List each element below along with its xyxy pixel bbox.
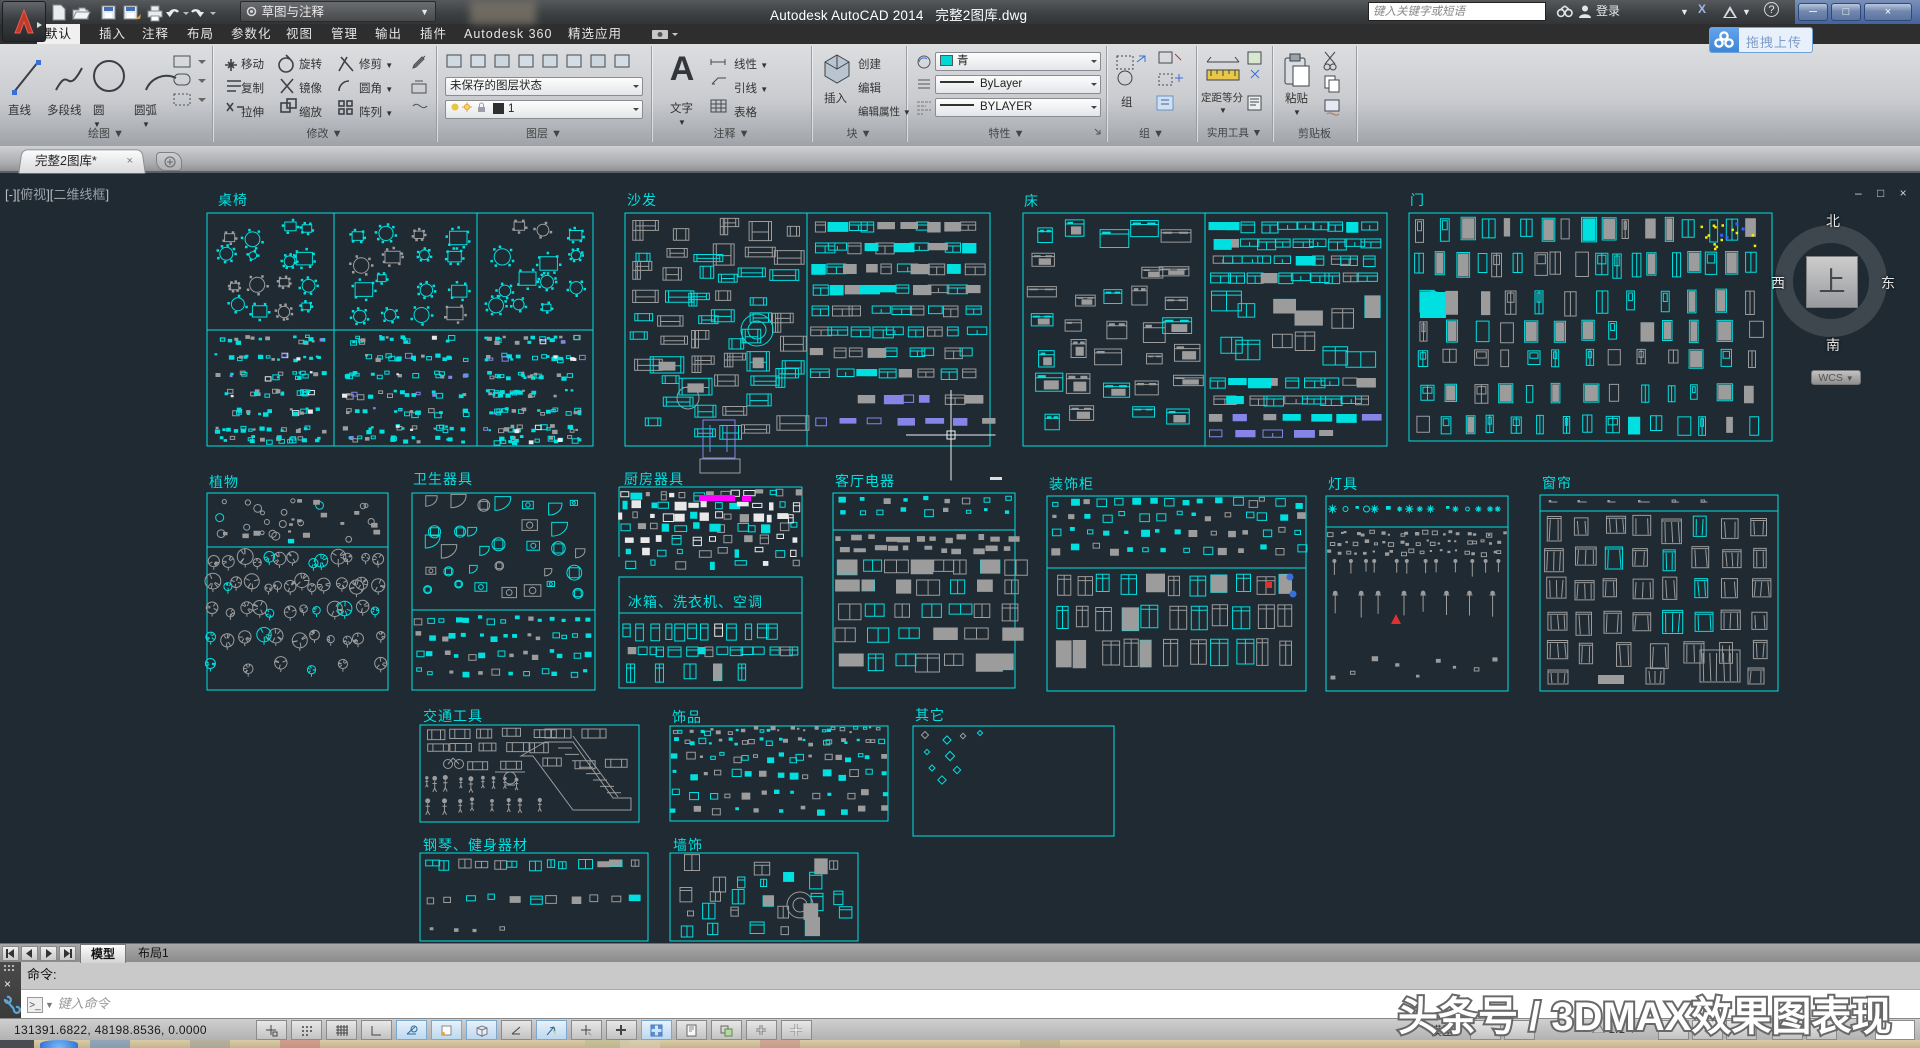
svg-text:客厅电器: 客厅电器	[835, 473, 895, 489]
svg-text:植物: 植物	[209, 474, 239, 490]
svg-text:饰品: 饰品	[672, 709, 702, 725]
svg-text:交通工具: 交通工具	[423, 708, 483, 724]
svg-text:冰箱、洗衣机、空调: 冰箱、洗衣机、空调	[628, 594, 763, 610]
svg-text:沙发: 沙发	[627, 192, 657, 208]
svg-text:窗帘: 窗帘	[1542, 475, 1572, 491]
svg-text:卫生器具: 卫生器具	[413, 471, 473, 487]
svg-text:钢琴、健身器材: 钢琴、健身器材	[423, 837, 528, 853]
svg-text:门: 门	[1410, 192, 1425, 208]
svg-text:×: ×	[4, 977, 11, 991]
svg-text:厨房器具: 厨房器具	[624, 471, 684, 487]
svg-text:装饰柜: 装饰柜	[1049, 476, 1094, 492]
svg-text:墙饰: 墙饰	[673, 837, 703, 853]
svg-text:其它: 其它	[915, 707, 945, 723]
svg-text:灯具: 灯具	[1328, 476, 1358, 492]
svg-text:头条号 / 3DMAX效果图表现: 头条号 / 3DMAX效果图表现	[1398, 995, 1891, 1039]
svg-text:床: 床	[1024, 193, 1039, 209]
svg-text:桌椅: 桌椅	[218, 192, 248, 208]
